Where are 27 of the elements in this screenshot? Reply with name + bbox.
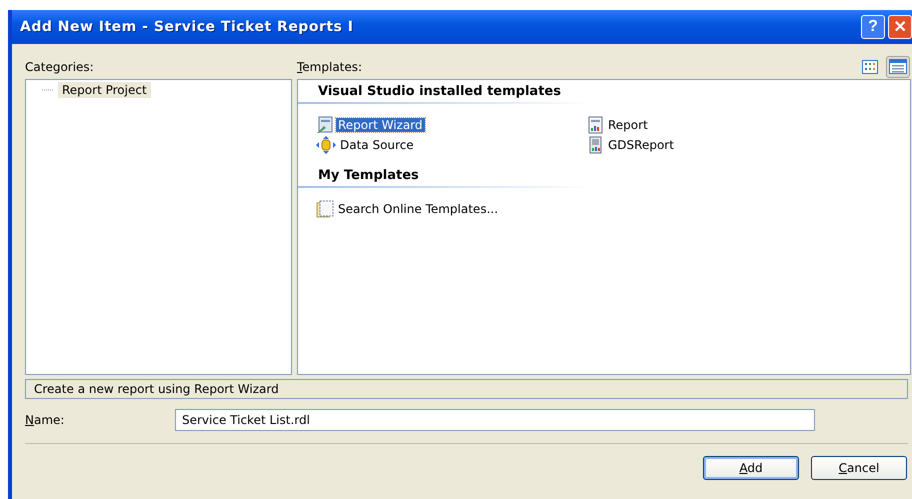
group-header: My Templates: [298, 164, 718, 188]
template-icon: [316, 200, 334, 218]
template-item[interactable]: GDSReport: [606, 138, 676, 152]
report-icon: [588, 116, 604, 134]
view-button[interactable]: [886, 56, 910, 78]
report-icon: [588, 136, 604, 154]
template-item[interactable]: Search Online Templates...: [336, 202, 500, 216]
group-header: Visual Studio installed templates: [298, 80, 718, 104]
template-item[interactable]: Report Wizard: [336, 118, 425, 132]
grid-icon: [862, 60, 878, 74]
database-icon: [316, 136, 336, 154]
categories-label: Categories:: [25, 60, 94, 74]
name-field[interactable]: Service Ticket List.rdl: [175, 409, 815, 431]
name-label: Name:: [25, 413, 64, 427]
wizard-icon: [316, 116, 334, 134]
description-bar: Create a new report using Report Wizard: [25, 379, 908, 399]
add-button[interactable]: Add: [703, 456, 799, 480]
templates-label: Templates:: [297, 60, 362, 74]
close-button[interactable]: ✕: [888, 15, 912, 39]
help-button[interactable]: ?: [861, 15, 885, 39]
template-item[interactable]: Data Source: [338, 138, 416, 152]
cancel-button[interactable]: Cancel: [811, 456, 907, 480]
tree-line-icon: [42, 89, 54, 91]
tree-item[interactable]: Report Project: [58, 82, 151, 98]
window-title: Add New Item - Service Ticket Reports I: [20, 19, 354, 35]
template-item[interactable]: Report: [606, 118, 650, 132]
list-icon: [889, 59, 907, 74]
